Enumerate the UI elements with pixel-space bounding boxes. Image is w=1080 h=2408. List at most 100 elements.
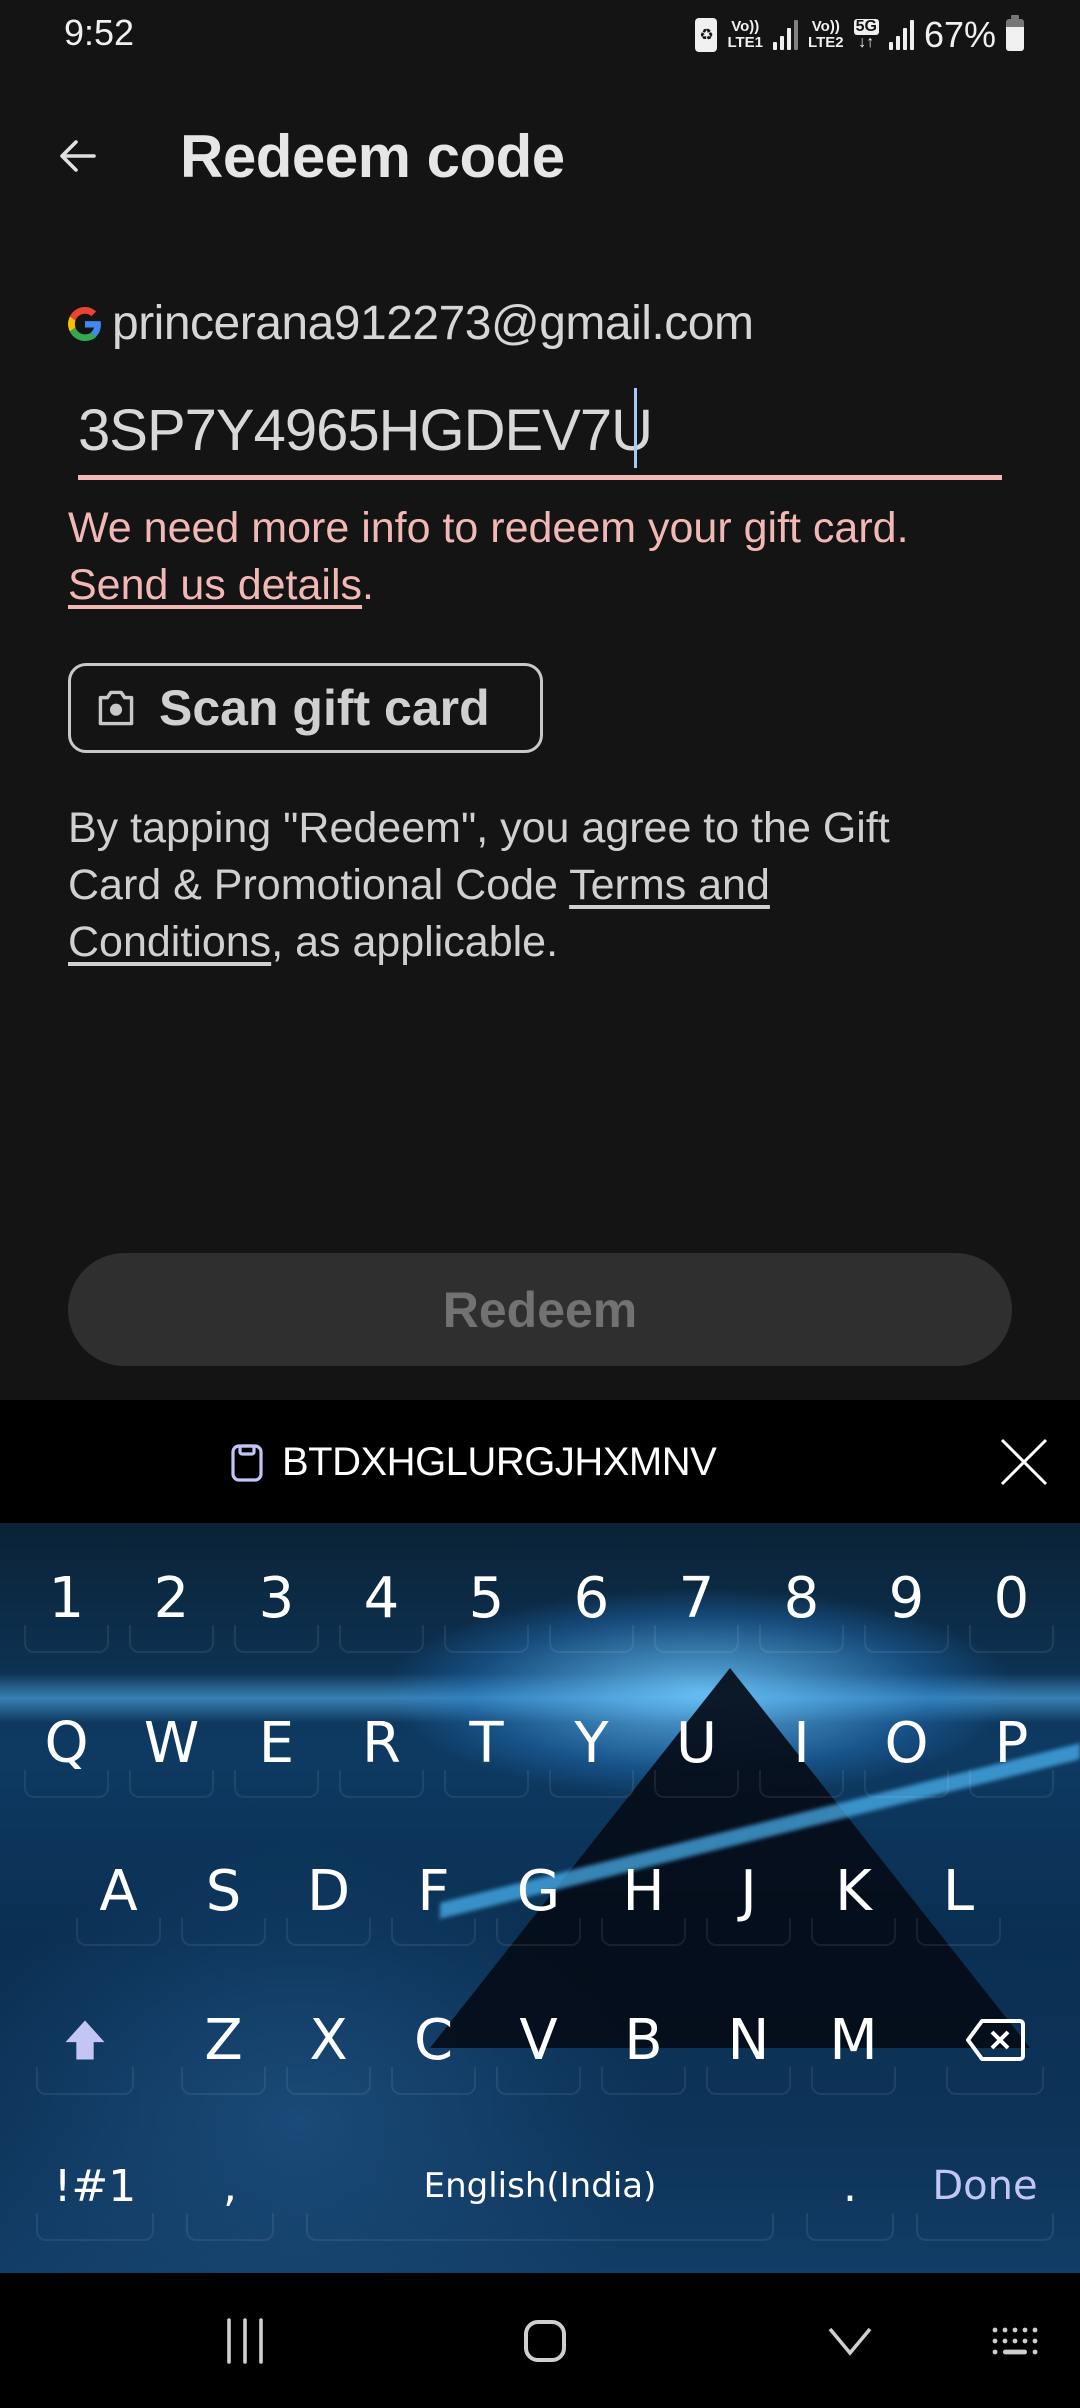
key-a[interactable]: A — [70, 1836, 167, 1946]
text-caret — [634, 388, 637, 468]
key-4[interactable]: 4 — [333, 1543, 430, 1653]
key-o[interactable]: O — [858, 1688, 955, 1798]
battery-percent: 67% — [923, 14, 996, 55]
key-9[interactable]: 9 — [858, 1543, 955, 1653]
keyboard-row-zxcv: ZXCVBNM — [0, 1985, 1080, 2115]
sim2-volte-icon: Vo)) LTE2 — [808, 19, 844, 51]
account-row: princerana912273@gmail.com — [68, 296, 754, 351]
page-title: Redeem code — [180, 123, 565, 190]
hide-keyboard-button[interactable] — [810, 2311, 890, 2371]
terms-text: By tapping "Redeem", you agree to the Gi… — [68, 800, 968, 971]
key-c[interactable]: C — [385, 1985, 482, 2095]
key-8[interactable]: 8 — [753, 1543, 850, 1653]
error-suffix: . — [362, 561, 374, 609]
key-w[interactable]: W — [123, 1688, 220, 1798]
chevron-down-icon — [828, 2327, 872, 2356]
key-6[interactable]: 6 — [543, 1543, 640, 1653]
key-y[interactable]: Y — [543, 1688, 640, 1798]
key-7[interactable]: 7 — [648, 1543, 745, 1653]
google-g-icon — [68, 306, 101, 341]
keyboard-bottom-row: !#1 , English(India) . Done — [0, 2131, 1080, 2261]
key-2[interactable]: 2 — [123, 1543, 220, 1653]
back-button[interactable] — [46, 124, 110, 188]
keyboard: 1234567890 QWERTYUIOP ASDFGHJKL ZXCVBNM … — [0, 1523, 1080, 2273]
sim1-volte-icon: Vo)) LTE1 — [727, 19, 763, 51]
clipboard-text: BTDXHGLURGJHXMNV — [282, 1440, 717, 1484]
space-key[interactable]: English(India) — [300, 2131, 780, 2241]
key-d[interactable]: D — [280, 1836, 377, 1946]
error-message: We need more info to redeem your gift ca… — [68, 500, 1028, 614]
clipboard-suggestion[interactable]: BTDXHGLURGJHXMNV — [230, 1440, 717, 1485]
clipboard-close-button[interactable] — [998, 1436, 1050, 1488]
symbols-key[interactable]: !#1 — [30, 2131, 160, 2241]
sim2-lte-label: LTE2 — [808, 34, 844, 51]
code-input-underline — [78, 475, 1002, 480]
shift-key[interactable] — [30, 1985, 140, 2095]
scan-gift-card-button[interactable]: Scan gift card — [68, 663, 543, 753]
key-s[interactable]: S — [175, 1836, 272, 1946]
key-e[interactable]: E — [228, 1688, 325, 1798]
camera-icon — [98, 690, 134, 726]
key-q[interactable]: Q — [18, 1688, 115, 1798]
battery-saver-icon: ♻ — [695, 18, 718, 52]
key-g[interactable]: G — [490, 1836, 587, 1946]
key-b[interactable]: B — [595, 1985, 692, 2095]
sim1-signal-icon — [773, 20, 799, 50]
clipboard-icon — [231, 1443, 263, 1482]
period-key[interactable]: . — [800, 2131, 900, 2241]
clipboard-bar: BTDXHGLURGJHXMNV — [0, 1400, 1080, 1523]
recents-button[interactable] — [210, 2311, 280, 2371]
sim2-volte-label: Vo)) — [811, 18, 840, 35]
key-p[interactable]: P — [963, 1688, 1060, 1798]
navigation-bar — [0, 2273, 1080, 2408]
redeem-button[interactable]: Redeem — [68, 1253, 1012, 1366]
key-v[interactable]: V — [490, 1985, 587, 2095]
key-k[interactable]: K — [805, 1836, 902, 1946]
app-bar: Redeem code — [0, 110, 1080, 200]
done-key[interactable]: Done — [910, 2131, 1060, 2241]
redeem-code-screen: 9:52 ♻ Vo)) LTE1 Vo)) LTE2 5G ↓↑ 67% Red… — [0, 0, 1080, 2408]
shift-icon — [65, 2020, 105, 2060]
keyboard-row-asdf: ASDFGHJKL — [0, 1836, 1080, 1966]
key-i[interactable]: I — [753, 1688, 850, 1798]
sim1-lte-label: LTE1 — [727, 34, 764, 51]
status-time: 9:52 — [64, 12, 135, 53]
key-5[interactable]: 5 — [438, 1543, 535, 1653]
key-l[interactable]: L — [910, 1836, 1007, 1946]
key-r[interactable]: R — [333, 1688, 430, 1798]
terms-suffix: , as applicable. — [271, 918, 559, 966]
key-u[interactable]: U — [648, 1688, 745, 1798]
key-z[interactable]: Z — [175, 1985, 272, 2095]
key-n[interactable]: N — [700, 1985, 797, 2095]
keyboard-switch-button[interactable] — [980, 2311, 1050, 2371]
account-email: princerana912273@gmail.com — [112, 297, 754, 350]
key-j[interactable]: J — [700, 1836, 797, 1946]
send-details-link[interactable]: Send us details — [68, 561, 362, 609]
key-h[interactable]: H — [595, 1836, 692, 1946]
comma-key[interactable]: , — [180, 2131, 280, 2241]
home-button[interactable] — [505, 2311, 585, 2371]
key-t[interactable]: T — [438, 1688, 535, 1798]
sim1-volte-label: Vo)) — [731, 18, 760, 35]
key-0[interactable]: 0 — [963, 1543, 1060, 1653]
key-m[interactable]: M — [805, 1985, 902, 2095]
key-3[interactable]: 3 — [228, 1543, 325, 1653]
backspace-key[interactable] — [940, 1985, 1050, 2095]
keyboard-icon — [992, 2327, 1038, 2355]
backspace-icon — [966, 2019, 1025, 2061]
close-icon — [1000, 1438, 1048, 1486]
recents-icon — [227, 2318, 263, 2364]
code-input[interactable] — [78, 384, 1002, 476]
home-icon — [524, 2320, 566, 2362]
keyboard-row-qwerty: QWERTYUIOP — [0, 1688, 1080, 1818]
keyboard-number-row: 1234567890 — [0, 1543, 1080, 1673]
code-input-field[interactable] — [78, 384, 1002, 484]
key-1[interactable]: 1 — [18, 1543, 115, 1653]
status-icons: ♻ Vo)) LTE1 Vo)) LTE2 5G ↓↑ 67% — [695, 14, 1024, 56]
key-f[interactable]: F — [385, 1836, 482, 1946]
status-bar: 9:52 ♻ Vo)) LTE1 Vo)) LTE2 5G ↓↑ 67% — [0, 0, 1080, 70]
key-x[interactable]: X — [280, 1985, 377, 2095]
scan-gift-card-label: Scan gift card — [159, 680, 490, 736]
sim2-signal-icon — [888, 20, 914, 50]
arrow-back-icon — [60, 140, 96, 172]
